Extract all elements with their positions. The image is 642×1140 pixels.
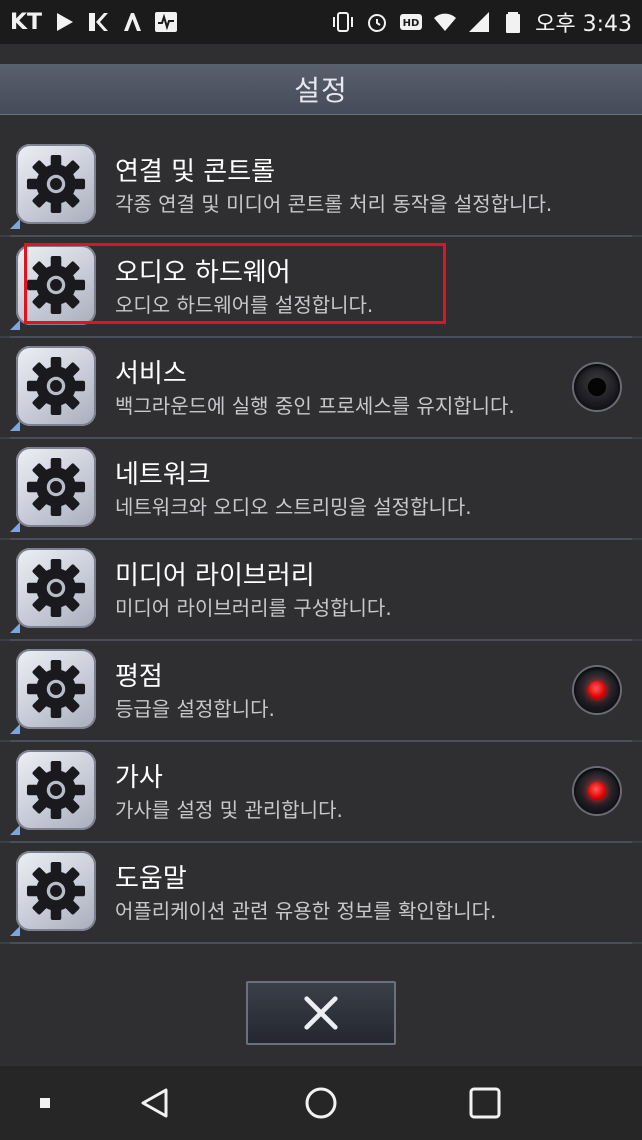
battery-icon [501,10,525,34]
gear-icon [16,750,96,830]
gear-icon [16,144,96,224]
settings-header: 설정 [0,64,642,115]
svg-text:HD: HD [403,18,420,29]
corner-marker [10,724,20,734]
highlight-box [24,243,446,324]
play-icon [52,10,76,34]
settings-item-service[interactable]: 서비스 백그라운드에 실행 중인 프로세스를 유지합니다. [0,338,642,439]
corner-marker [10,219,20,229]
settings-item-help[interactable]: 도움말 어플리케이션 관련 유용한 정보를 확인합니다. [0,843,642,944]
lyrics-toggle[interactable] [574,768,620,814]
gear-icon [16,346,96,426]
close-button[interactable] [246,981,396,1045]
app-k-icon [86,10,110,34]
carrier-label: KT [10,9,43,35]
item-subtitle: 네트워크와 오디오 스트리밍을 설정합니다. [115,495,472,519]
corner-marker [10,320,20,330]
corner-marker [10,522,20,532]
recent-apps-icon[interactable] [468,1086,502,1120]
toggle-indicator-on [588,681,606,699]
settings-item-lyrics[interactable]: 가사 가사를 설정 및 관리합니다. [0,742,642,843]
item-subtitle: 미디어 라이브러리를 구성합니다. [115,596,392,620]
page-title: 설정 [294,74,348,107]
settings-item-connection-control[interactable]: 연결 및 콘트롤 각종 연결 및 미디어 콘트롤 처리 동작을 설정합니다. [0,136,642,237]
toggle-indicator-off [588,378,606,396]
gear-icon [16,548,96,628]
item-title: 연결 및 콘트롤 [115,157,276,187]
corner-marker [10,926,20,936]
item-title: 서비스 [115,359,187,389]
item-title: 미디어 라이브러리 [115,561,315,591]
status-time: 오후 3:43 [535,12,632,37]
item-subtitle: 등급을 설정합니다. [115,697,275,721]
home-icon[interactable] [304,1086,338,1120]
corner-marker [10,421,20,431]
status-bar: KT HD 오후 3:43 [0,0,642,44]
signal-icon [467,10,491,34]
hd-icon: HD [399,10,423,34]
alarm-icon [365,10,389,34]
wifi-icon [433,10,457,34]
corner-marker [10,825,20,835]
gear-icon [16,649,96,729]
back-icon[interactable] [138,1086,172,1120]
service-toggle[interactable] [574,364,620,410]
item-subtitle: 각종 연결 및 미디어 콘트롤 처리 동작을 설정합니다. [115,192,553,216]
item-title: 가사 [115,763,163,793]
gear-icon [16,851,96,931]
item-subtitle: 가사를 설정 및 관리합니다. [115,798,343,822]
item-title: 평점 [115,662,163,692]
vibrate-icon [331,10,355,34]
item-title: 도움말 [115,864,187,894]
settings-item-media-library[interactable]: 미디어 라이브러리 미디어 라이브러리를 구성합니다. [0,540,642,641]
app-lambda-icon [120,10,144,34]
gear-icon [16,447,96,527]
item-title: 네트워크 [115,460,211,490]
toggle-indicator-on [588,782,606,800]
rating-toggle[interactable] [574,667,620,713]
navigation-bar [0,1066,642,1140]
activity-icon [154,10,178,34]
settings-item-rating[interactable]: 평점 등급을 설정합니다. [0,641,642,742]
corner-marker [10,623,20,633]
item-subtitle: 어플리케이션 관련 유용한 정보를 확인합니다. [115,899,497,923]
close-icon [304,996,338,1030]
item-subtitle: 백그라운드에 실행 중인 프로세스를 유지합니다. [115,394,515,418]
settings-item-network[interactable]: 네트워크 네트워크와 오디오 스트리밍을 설정합니다. [0,439,642,540]
menu-dot-icon[interactable] [28,1086,62,1120]
